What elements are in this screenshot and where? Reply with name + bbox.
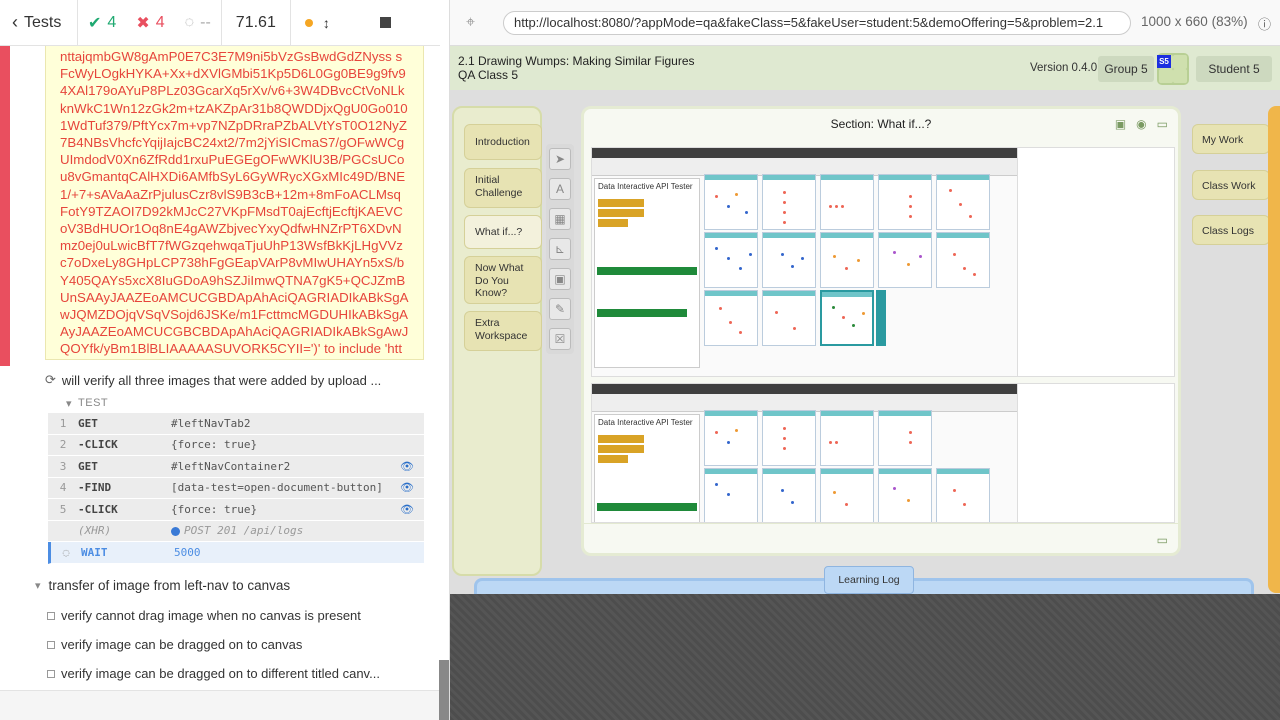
pending-box-icon <box>47 640 55 649</box>
window-icon[interactable]: ▭ <box>1157 117 1168 131</box>
graph-toolbar <box>876 290 886 346</box>
test-item[interactable]: verify image can be dragged on to differ… <box>47 666 380 681</box>
suite-title[interactable]: ▾ transfer of image from left-nav to can… <box>35 578 290 593</box>
api-tester-panel: Data Interactive API Tester <box>594 178 700 368</box>
pending-box-icon <box>47 669 55 678</box>
spinner-icon: ◌ <box>62 545 70 559</box>
delete-icon[interactable]: ☒ <box>549 328 571 350</box>
version-label: Version 0.4.0 <box>1030 62 1098 74</box>
stats-bar: ‹ Tests ✔ 4 ✖ 4 ◌ -- 71.61 ↕ <box>0 0 440 46</box>
autoscroll-icon[interactable]: ↕ <box>323 15 330 31</box>
window-icon[interactable]: ▭ <box>1157 533 1168 547</box>
tests-button[interactable]: ‹ Tests <box>0 0 78 46</box>
test-header: ▾ TEST <box>66 397 109 410</box>
left-nav: Introduction Initial Challenge What if..… <box>452 106 542 576</box>
refresh-icon: ⟳ <box>45 372 56 387</box>
pending-box-icon <box>47 611 55 620</box>
xhr-row[interactable]: (XHR) POST 201 /api/logs <box>48 520 424 542</box>
command-row[interactable]: 3 GET #leftNavContainer2 👁 <box>48 456 424 478</box>
image-tile[interactable]: Data Interactive API Tester <box>591 147 1175 377</box>
running-dot-icon <box>304 18 313 27</box>
chevron-left-icon: ‹ <box>12 12 18 32</box>
tests-label: Tests <box>24 13 62 31</box>
cross-icon: ✖ <box>136 14 150 32</box>
empty-viewport-area <box>450 594 1280 720</box>
text-icon[interactable]: A <box>549 178 571 200</box>
eye-slash-icon[interactable]: 👁 <box>400 481 414 494</box>
command-row[interactable]: 1 GET #leftNavTab2 <box>48 413 424 435</box>
test-item[interactable]: verify image can be dragged on to canvas <box>47 637 302 652</box>
section-footer: ▭ <box>584 523 1178 553</box>
app-viewport: 2.1 Drawing Wumps: Making Similar Figure… <box>450 46 1280 594</box>
table-icon[interactable]: ▦ <box>549 208 571 230</box>
crosshair-icon[interactable]: ⌖ <box>466 14 475 32</box>
command-row[interactable]: 4 -FIND [data-test=open-document-button] 👁 <box>48 477 424 499</box>
group-button[interactable]: Group 5 <box>1098 56 1154 82</box>
toolbar: ➤ A ▦ ⊾ ▣ ✎ ☒ <box>546 144 574 354</box>
pointer-icon[interactable]: ➤ <box>549 148 571 170</box>
command-log: ▾ TEST 1 GET #leftNavTab2 2 -CLICK {force: tr… <box>48 393 424 564</box>
image-icon[interactable]: ▣ <box>549 268 571 290</box>
test-item[interactable]: verify cannot drag image when no canvas … <box>47 608 361 623</box>
caret-down-icon: ▾ <box>66 397 73 410</box>
runner-panel: ‹ Tests ✔ 4 ✖ 4 ◌ -- 71.61 ↕ nttajqmbGW8… <box>0 0 450 720</box>
drawing-icon[interactable]: ✎ <box>549 298 571 320</box>
caret-down-icon: ▾ <box>35 580 41 592</box>
tab-class-logs[interactable]: Class Logs <box>1192 215 1270 245</box>
runner-footer <box>0 690 440 720</box>
failure-indicator <box>0 46 10 366</box>
codap-screenshot: Data Interactive API Tester <box>592 384 1018 522</box>
right-drawer-edge[interactable] <box>1268 106 1280 593</box>
wait-row[interactable]: ◌ WAIT 5000 <box>48 542 424 564</box>
tab-what-if[interactable]: What if...? <box>464 215 542 249</box>
current-test[interactable]: ⟳ will verify all three images that were… <box>45 370 425 390</box>
image-tile[interactable]: Data Interactive API Tester <box>591 383 1175 523</box>
section-title: Section: What if...? <box>830 117 932 131</box>
passed-count: ✔ 4 <box>88 13 117 32</box>
graph-icon[interactable]: ⊾ <box>549 238 571 260</box>
failed-count: ✖ 4 <box>136 13 165 32</box>
url-field[interactable]: http://localhost:8080/?appMode=qa&fakeCl… <box>503 11 1131 35</box>
info-icon[interactable]: ⓘ <box>1258 14 1271 33</box>
tab-class-work[interactable]: Class Work <box>1192 170 1270 200</box>
right-nav: My Work Class Work Class Logs <box>1187 106 1277 406</box>
stop-icon[interactable] <box>379 17 391 28</box>
check-icon: ✔ <box>88 14 102 32</box>
section-canvas: Section: What if...? ▣ ◉ ▭ Data Interact… <box>581 106 1181 556</box>
duration: 71.61 <box>220 0 291 46</box>
tab-my-work[interactable]: My Work <box>1192 124 1270 154</box>
section-icons: ▣ ◉ ▭ <box>1115 117 1168 131</box>
pending-count: ◌ -- <box>184 13 211 31</box>
eye-slash-icon[interactable]: 👁 <box>400 503 414 516</box>
tab-extra-workspace[interactable]: Extra Workspace <box>464 311 542 351</box>
scrollbar[interactable] <box>439 660 449 720</box>
url-bar: ⌖ http://localhost:8080/?appMode=qa&fake… <box>450 0 1280 46</box>
controls: ↕ <box>291 0 401 46</box>
app-header: 2.1 Drawing Wumps: Making Similar Figure… <box>450 46 1280 90</box>
student-button[interactable]: Student 5 <box>1196 56 1272 82</box>
tab-initial-challenge[interactable]: Initial Challenge <box>464 168 542 208</box>
aut-panel: ⌖ http://localhost:8080/?appMode=qa&fake… <box>450 0 1280 720</box>
error-message: nttajqmbGW8gAmP0E7C3E7M9ni5bVzGsBwdGdZNy… <box>45 46 424 360</box>
student-badge: S5 <box>1157 55 1171 68</box>
command-row[interactable]: 2 -CLICK {force: true} <box>48 434 424 456</box>
api-tester-panel: Data Interactive API Tester <box>594 414 700 522</box>
spinner-icon: ◌ <box>184 13 195 31</box>
tab-now-what[interactable]: Now What Do You Know? <box>464 256 542 304</box>
command-row[interactable]: 5 -CLICK {force: true} 👁 <box>48 499 424 521</box>
learning-log-button[interactable]: Learning Log <box>824 566 914 594</box>
eye-slash-icon[interactable]: 👁 <box>400 460 414 473</box>
problem-title: 2.1 Drawing Wumps: Making Similar Figure… <box>458 54 695 82</box>
publish-icon[interactable]: ▣ <box>1115 117 1126 131</box>
codap-screenshot: Data Interactive API Tester <box>592 148 1018 376</box>
viewport-size: 1000 x 660 (83%) <box>1141 14 1248 29</box>
eye-icon[interactable]: ◉ <box>1136 117 1146 131</box>
tab-introduction[interactable]: Introduction <box>464 124 542 160</box>
xhr-status-dot <box>171 526 180 536</box>
